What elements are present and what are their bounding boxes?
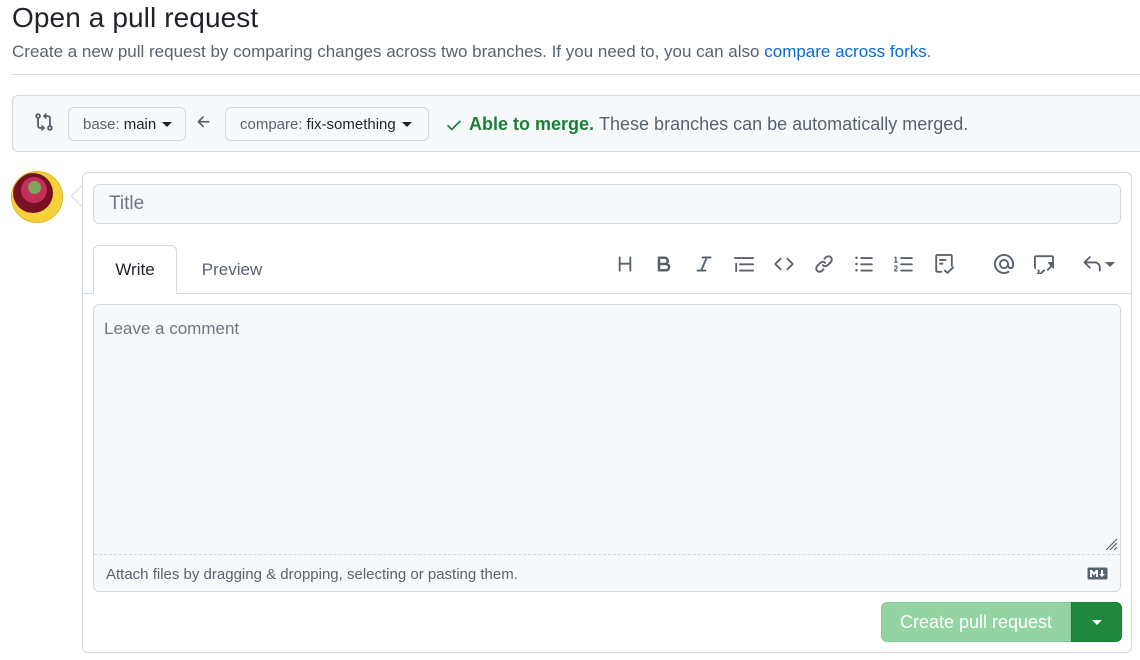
subtitle-text: Create a new pull request by comparing c… [12,42,760,61]
reference-icon[interactable] [1033,253,1055,275]
task-list-icon[interactable] [933,253,955,275]
create-pr-button-group: Create pull request [881,602,1122,642]
pull-request-form: Write Preview Attach file [82,172,1132,653]
merge-status-text: These branches can be automatically merg… [599,114,969,134]
merge-status: Able to merge. These branches can be aut… [445,114,968,135]
compare-branch-prefix: compare: [240,115,303,133]
chevron-down-icon [401,121,412,127]
header-divider [12,74,1140,75]
markdown-icon [1087,567,1108,580]
bulleted-list-icon[interactable] [853,253,875,275]
compare-branch-value: fix-something [306,115,396,133]
base-branch-value: main [123,115,157,133]
resize-handle-icon[interactable] [1102,535,1118,551]
tab-preview[interactable]: Preview [187,245,277,294]
link-icon[interactable] [813,253,835,275]
comment-editor: Attach files by dragging & dropping, sel… [93,304,1121,592]
avatar[interactable] [11,171,63,223]
create-pr-options-button[interactable] [1071,602,1122,642]
merge-ok-label: Able to merge. [469,114,595,134]
tab-write[interactable]: Write [93,245,177,294]
italic-icon[interactable] [693,253,715,275]
mention-icon[interactable] [993,253,1015,275]
base-branch-prefix: base: [83,115,120,133]
chevron-down-icon [162,121,173,127]
check-icon [447,120,461,130]
title-input[interactable] [93,184,1121,224]
comment-textarea[interactable] [94,305,1120,555]
arrow-left-icon [197,116,210,128]
create-pull-request-button[interactable]: Create pull request [881,602,1071,642]
heading-icon[interactable] [614,253,636,275]
branch-range-bar: base: main compare: fix-something Able t… [12,95,1140,152]
numbered-list-icon[interactable] [893,253,915,275]
base-branch-select[interactable]: base: main [68,107,186,141]
page-subtitle: Create a new pull request by comparing c… [12,42,931,62]
git-compare-icon [35,112,53,132]
reply-icon[interactable] [1079,253,1117,275]
quote-icon[interactable] [733,253,755,275]
page-title: Open a pull request [12,2,259,33]
subtitle-end: . [926,42,932,61]
attach-files-text[interactable]: Attach files by dragging & dropping, sel… [106,566,518,583]
chevron-down-icon [1091,619,1102,625]
chevron-down-icon [1104,261,1115,267]
compare-across-forks-link[interactable]: compare across forks [764,42,927,61]
attach-divider [94,554,1120,555]
compare-branch-select[interactable]: compare: fix-something [225,107,429,141]
code-icon[interactable] [773,253,795,275]
bold-icon[interactable] [653,253,675,275]
